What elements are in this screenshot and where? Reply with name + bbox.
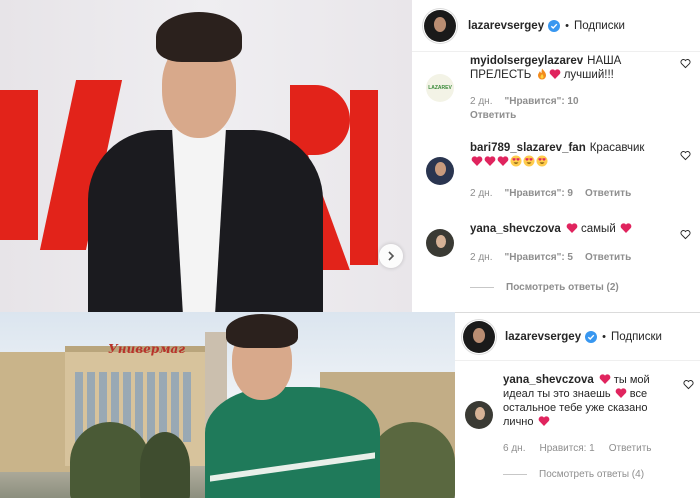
comment-meta: 2 дн. "Нравится": 5 Ответить <box>470 252 631 263</box>
like-comment-button[interactable] <box>680 229 691 240</box>
like-heart-icon <box>683 380 694 390</box>
commenter-avatar[interactable]: LAZAREV <box>426 74 454 102</box>
view-replies-button[interactable]: Посмотреть ответы (2) <box>470 282 619 293</box>
comment-body-tail: лучший!!! <box>560 69 614 81</box>
like-comment-button[interactable] <box>680 58 691 69</box>
reply-button[interactable]: Ответить <box>609 443 652 454</box>
replies-divider <box>470 287 494 288</box>
comment-meta: 2 дн. "Нравится": 9 Ответить <box>470 188 631 199</box>
author-username[interactable]: lazarevsergey <box>468 20 544 32</box>
like-comment-button[interactable] <box>680 150 691 161</box>
comment-item: bari789_slazarev_fan Красавчик 2 дн. "Нра… <box>412 140 700 204</box>
tree <box>140 432 190 498</box>
following-button[interactable]: Подписки <box>574 20 625 32</box>
chevron-right-icon <box>388 251 395 261</box>
replies-divider <box>503 474 527 475</box>
commenter-username[interactable]: yana_shevczova <box>503 374 594 386</box>
comments-panel-top: lazarevsergey • Подписки LAZAREV myidols… <box>412 0 700 312</box>
person-hoodie <box>205 387 380 498</box>
comment-time[interactable]: 2 дн. <box>470 252 492 263</box>
commenter-username[interactable]: myidolsergeylazarev <box>470 55 583 67</box>
commenter-username[interactable]: yana_shevczova <box>470 223 561 235</box>
avatar-logo-text: LAZAREV <box>428 85 452 91</box>
heart-emoji-icon <box>484 156 496 166</box>
commenter-avatar[interactable] <box>426 157 454 185</box>
like-heart-icon <box>680 151 691 161</box>
comment-likes[interactable]: "Нравится": 5 <box>504 252 573 263</box>
author-avatar[interactable] <box>463 320 495 353</box>
tree <box>370 422 455 498</box>
post-photo-top[interactable] <box>0 0 412 312</box>
tree <box>70 422 150 498</box>
comment-text: yana_shevczova самый <box>470 222 680 236</box>
reply-button[interactable]: Ответить <box>470 110 516 121</box>
view-replies-label: Посмотреть ответы (2) <box>506 282 619 293</box>
like-heart-icon <box>680 59 691 69</box>
commenter-username[interactable]: bari789_slazarev_fan <box>470 142 586 154</box>
next-photo-button[interactable] <box>379 244 403 268</box>
post-photo-bottom[interactable]: Универмаг <box>0 312 455 498</box>
heart-emoji-icon <box>566 223 578 233</box>
comment-meta: 2 дн. "Нравится": 10 <box>470 96 579 107</box>
backdrop-letter <box>290 85 350 155</box>
comment-likes[interactable]: "Нравится": 9 <box>504 188 573 199</box>
like-heart-icon <box>680 230 691 240</box>
author-username[interactable]: lazarevsergey <box>505 331 581 343</box>
comment-time[interactable]: 6 дн. <box>503 443 525 454</box>
store-sign: Универмаг <box>108 342 186 356</box>
comments-panel-bottom: lazarevsergey • Подписки yana_shevczova … <box>455 312 700 498</box>
verified-badge-icon <box>585 330 598 343</box>
post-header: lazarevsergey • Подписки <box>455 313 700 361</box>
separator-dot: • <box>565 19 569 32</box>
comment-body: самый <box>581 223 616 235</box>
heart-emoji-icon <box>599 374 611 384</box>
post-header: lazarevsergey • Подписки <box>412 0 700 52</box>
following-button[interactable]: Подписки <box>611 331 662 343</box>
heart-emoji-icon <box>549 69 560 79</box>
separator-dot: • <box>602 330 606 343</box>
comment-item: yana_shevczova самый 2 дн. "Нравится": 5… <box>412 220 700 270</box>
comment-actions: Ответить <box>470 110 516 121</box>
heart-emoji-icon <box>471 156 483 166</box>
comment-time[interactable]: 2 дн. <box>470 96 492 107</box>
heart-emoji-icon <box>538 416 549 426</box>
reply-button[interactable]: Ответить <box>585 188 631 199</box>
building <box>0 352 70 472</box>
verified-badge-icon <box>548 19 561 32</box>
heart-emoji-icon <box>497 156 509 166</box>
heart-eyes-emoji-icon <box>510 155 522 167</box>
comment-item: LAZAREV myidolsergeylazarev НАША ПРЕЛЕСТЬ… <box>412 52 700 122</box>
comment-body: Красавчик <box>589 142 645 154</box>
person-hair <box>226 314 298 348</box>
heart-eyes-emoji-icon <box>536 155 548 167</box>
person-hair <box>156 12 242 62</box>
backdrop-letter <box>0 90 38 240</box>
fire-emoji-icon <box>537 68 546 80</box>
comment-item: yana_shevczova ты мой идеал ты это знаеш… <box>455 371 700 461</box>
comment-likes[interactable]: Нравится: 1 <box>539 443 594 454</box>
like-comment-button[interactable] <box>683 379 694 390</box>
comment-meta: 6 дн. Нравится: 1 Ответить <box>503 443 651 454</box>
commenter-avatar[interactable] <box>465 401 493 429</box>
heart-eyes-emoji-icon <box>523 155 535 167</box>
comment-text: bari789_slazarev_fan Красавчик <box>470 141 680 169</box>
comment-likes[interactable]: "Нравится": 10 <box>504 96 578 107</box>
reply-button[interactable]: Ответить <box>585 252 631 263</box>
view-replies-button[interactable]: Посмотреть ответы (4) <box>503 469 644 480</box>
backdrop-letter <box>350 90 378 265</box>
comment-time[interactable]: 2 дн. <box>470 188 492 199</box>
heart-emoji-icon <box>615 388 627 398</box>
view-replies-label: Посмотреть ответы (4) <box>539 469 645 480</box>
comment-text: yana_shevczova ты мой идеал ты это знаеш… <box>503 373 675 429</box>
heart-emoji-icon <box>620 223 632 233</box>
commenter-avatar[interactable] <box>426 229 454 257</box>
author-avatar[interactable] <box>424 9 456 42</box>
comment-text: myidolsergeylazarev НАША ПРЕЛЕСТЬ лучший!… <box>470 54 670 82</box>
